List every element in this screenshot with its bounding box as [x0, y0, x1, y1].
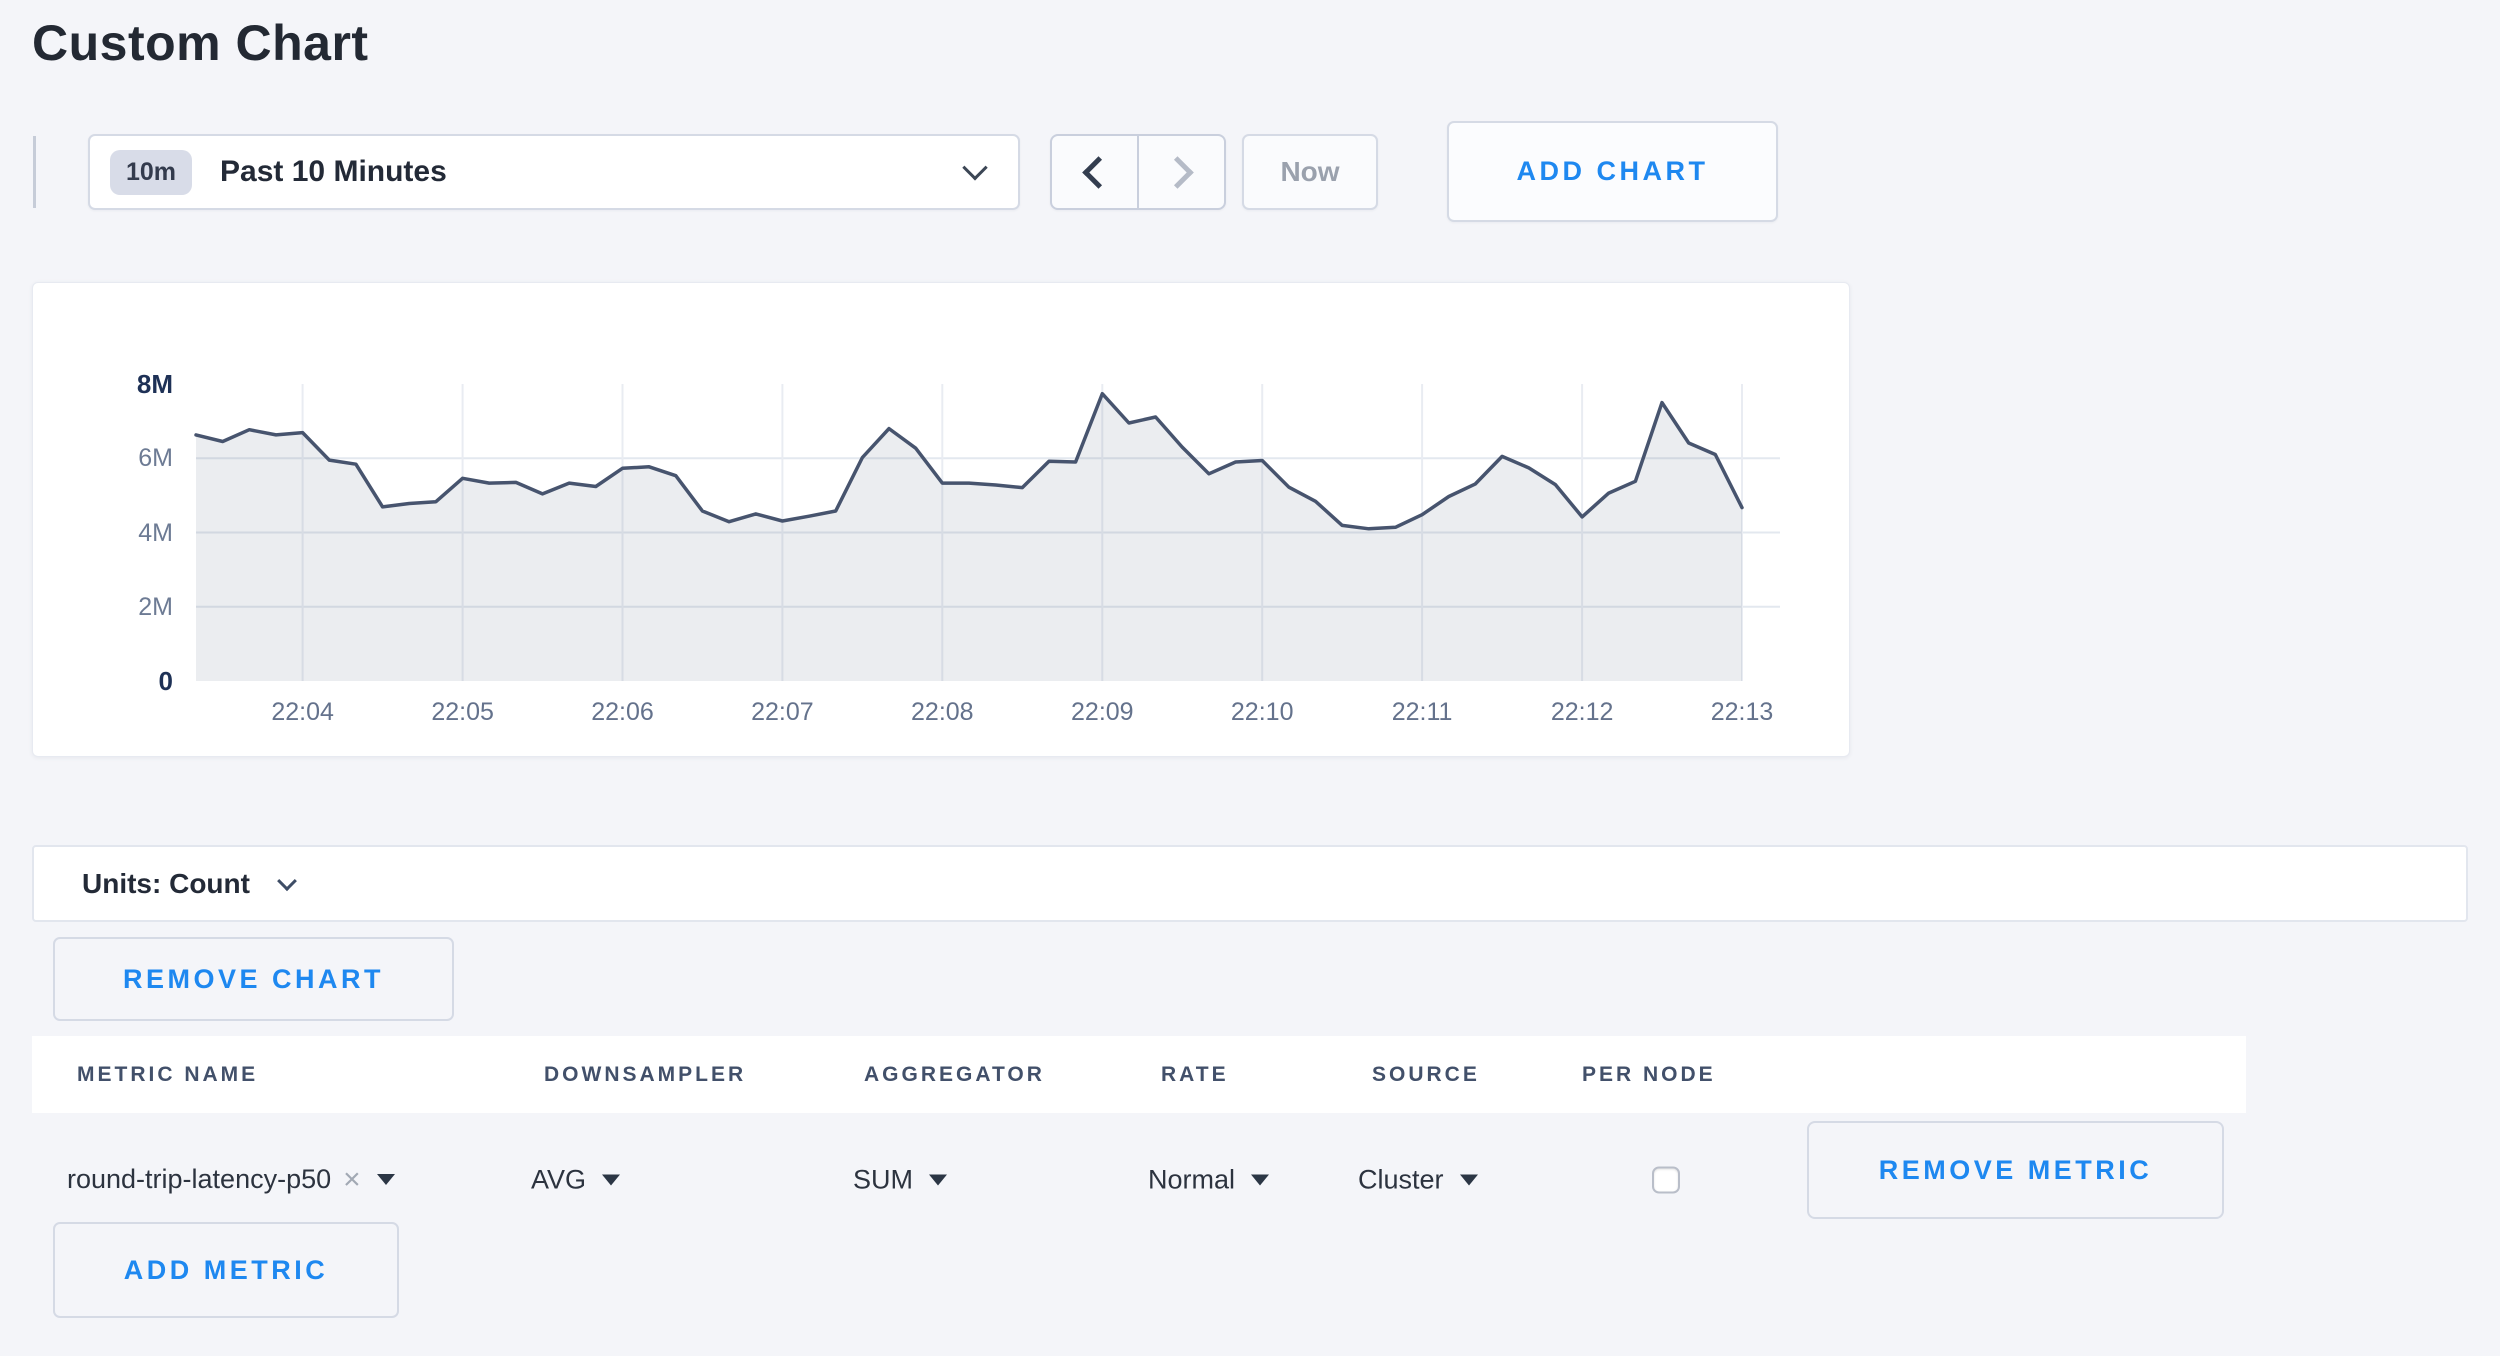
- svg-text:22:10: 22:10: [1231, 698, 1294, 726]
- add-chart-button[interactable]: ADD CHART: [1447, 121, 1778, 222]
- column-header-downsampler: DOWNSAMPLER: [544, 1063, 746, 1087]
- caret-down-icon: [1251, 1174, 1269, 1185]
- chevron-down-icon: [277, 871, 297, 891]
- now-button-label: Now: [1280, 156, 1339, 188]
- units-select[interactable]: Units: Count: [32, 845, 2468, 922]
- time-range-select[interactable]: 10m Past 10 Minutes: [88, 134, 1020, 210]
- metric-name-select[interactable]: round-trip-latency-p50 ×: [67, 1163, 395, 1197]
- downsampler-value: AVG: [531, 1164, 586, 1195]
- y-axis-tick-0: 0: [51, 666, 173, 696]
- remove-chart-button[interactable]: REMOVE CHART: [53, 937, 454, 1021]
- time-range-label: Past 10 Minutes: [220, 155, 966, 189]
- toolbar-left-divider: [33, 136, 36, 208]
- metric-area-chart: 22:04 22:05 22:06 22:07 22:08 22:09 22:10 22:11…: [33, 283, 1849, 756]
- chevron-left-icon: [1082, 156, 1115, 189]
- caret-down-icon: [1460, 1174, 1478, 1185]
- svg-text:22:12: 22:12: [1551, 698, 1614, 726]
- svg-text:22:08: 22:08: [911, 698, 974, 726]
- y-axis-tick-2m: 2M: [51, 592, 173, 622]
- source-value: Cluster: [1358, 1164, 1444, 1195]
- column-header-metric-name: METRIC NAME: [77, 1063, 258, 1087]
- remove-tag-icon[interactable]: ×: [343, 1163, 361, 1197]
- svg-text:22:06: 22:06: [591, 698, 654, 726]
- y-axis-tick-4m: 4M: [51, 518, 173, 548]
- svg-text:22:13: 22:13: [1711, 698, 1774, 726]
- column-header-source: SOURCE: [1372, 1063, 1480, 1087]
- metric-name-value: round-trip-latency-p50: [67, 1164, 331, 1195]
- time-back-button[interactable]: [1052, 136, 1139, 208]
- aggregator-value: SUM: [853, 1164, 913, 1195]
- caret-down-icon: [929, 1174, 947, 1185]
- page-title: Custom Chart: [32, 14, 369, 72]
- now-button[interactable]: Now: [1242, 134, 1378, 210]
- add-metric-button[interactable]: ADD METRIC: [53, 1222, 399, 1318]
- aggregator-select[interactable]: SUM: [853, 1164, 947, 1195]
- column-header-rate: RATE: [1161, 1063, 1229, 1087]
- chevron-down-icon: [962, 155, 987, 180]
- rate-value: Normal: [1148, 1164, 1235, 1195]
- metric-table-header: METRIC NAME DOWNSAMPLER AGGREGATOR RATE …: [32, 1036, 2246, 1113]
- remove-metric-button[interactable]: REMOVE METRIC: [1807, 1121, 2224, 1219]
- chevron-right-icon: [1161, 156, 1194, 189]
- y-axis-tick-8m: 8M: [51, 369, 173, 399]
- time-nav-group: [1050, 134, 1226, 210]
- svg-text:22:07: 22:07: [751, 698, 814, 726]
- time-range-badge: 10m: [110, 150, 192, 195]
- per-node-checkbox[interactable]: [1652, 1166, 1680, 1193]
- time-forward-button[interactable]: [1139, 136, 1224, 208]
- downsampler-select[interactable]: AVG: [531, 1164, 620, 1195]
- y-axis-tick-6m: 6M: [51, 443, 173, 473]
- rate-select[interactable]: Normal: [1148, 1164, 1269, 1195]
- source-select[interactable]: Cluster: [1358, 1164, 1478, 1195]
- caret-down-icon: [377, 1174, 395, 1185]
- svg-text:22:11: 22:11: [1392, 698, 1453, 726]
- svg-text:22:04: 22:04: [271, 698, 334, 726]
- svg-text:22:09: 22:09: [1071, 698, 1134, 726]
- chart-card: 22:04 22:05 22:06 22:07 22:08 22:09 22:10 22:11…: [32, 282, 1850, 757]
- caret-down-icon: [602, 1174, 620, 1185]
- svg-text:22:05: 22:05: [431, 698, 494, 726]
- column-header-per-node: PER NODE: [1582, 1063, 1716, 1087]
- column-header-aggregator: AGGREGATOR: [864, 1063, 1045, 1087]
- units-select-label: Units: Count: [82, 868, 250, 900]
